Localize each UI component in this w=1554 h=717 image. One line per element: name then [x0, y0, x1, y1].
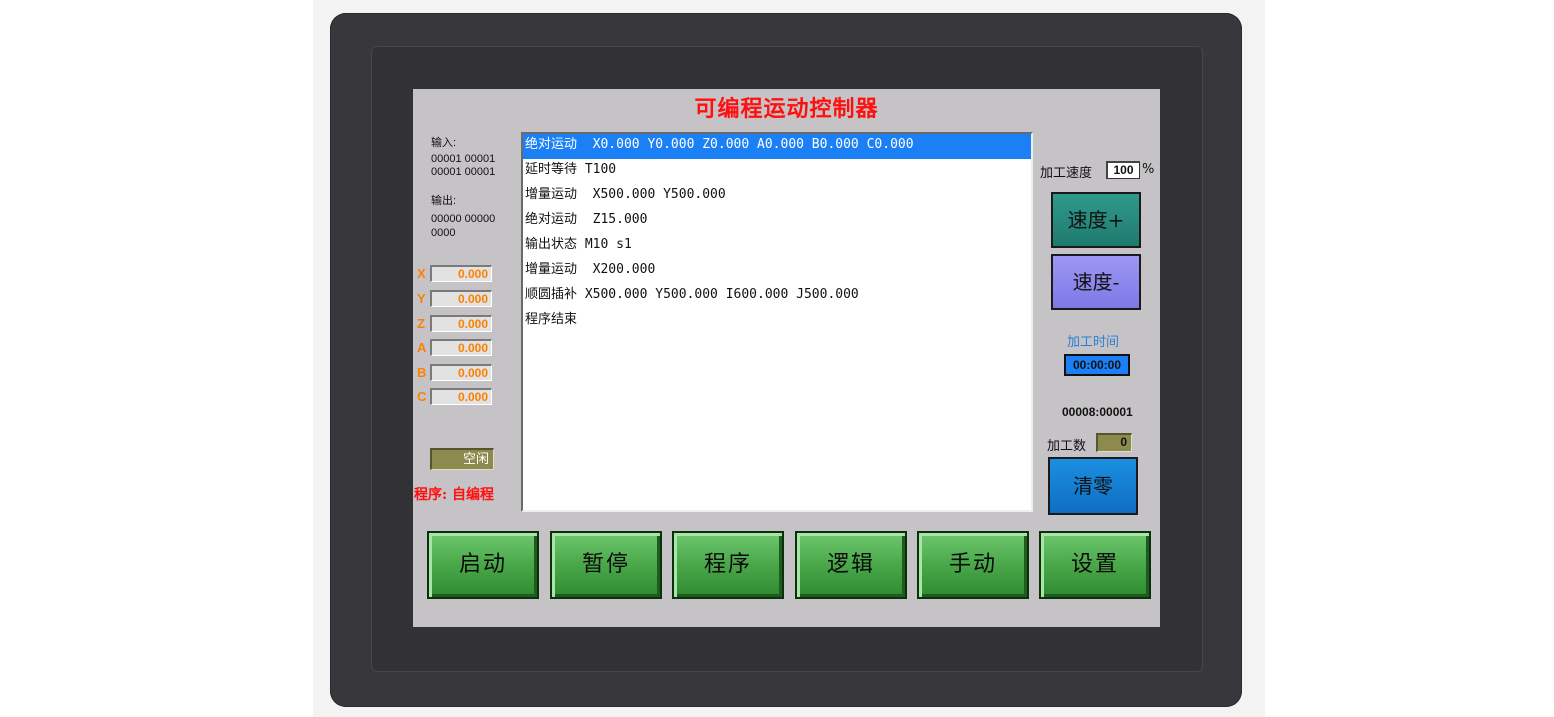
status-badge: 空闲 [430, 448, 494, 470]
axis-b-value: 0.000 [430, 364, 492, 381]
input-label: 输入: [431, 137, 457, 149]
hmi-screen: 可编程运动控制器 输入: 00001 00001 00001 00001 输出:… [413, 89, 1160, 627]
axis-z-label: Z [417, 316, 425, 331]
program-line[interactable]: 增量运动 X200.000 [523, 259, 1031, 284]
program-line[interactable]: 绝对运动 X0.000 Y0.000 Z0.000 A0.000 B0.000 … [523, 134, 1031, 159]
page-title: 可编程运动控制器 [694, 96, 879, 122]
start-button[interactable]: 启动 [427, 531, 539, 599]
axis-x-value: 0.000 [430, 265, 492, 282]
program-listbox[interactable]: 绝对运动 X0.000 Y0.000 Z0.000 A0.000 B0.000 … [521, 132, 1033, 512]
speed-label: 加工速度 [1040, 166, 1093, 181]
output-values-line1: 00000 00000 [431, 213, 496, 225]
speed-unit: % [1142, 162, 1155, 177]
output-values-line2: 0000 [431, 227, 456, 239]
settings-button[interactable]: 设置 [1039, 531, 1151, 599]
axis-c-value: 0.000 [430, 388, 492, 405]
program-line[interactable]: 输出状态 M10 s1 [523, 234, 1031, 259]
axis-y-label: Y [417, 291, 426, 306]
axis-z-value: 0.000 [430, 315, 492, 332]
speed-increase-button[interactable]: 速度+ [1051, 192, 1141, 248]
axis-y-value: 0.000 [430, 290, 492, 307]
axis-b-label: B [417, 365, 427, 380]
program-line[interactable]: 绝对运动 Z15.000 [523, 209, 1031, 234]
program-line[interactable]: 增量运动 X500.000 Y500.000 [523, 184, 1031, 209]
input-values-line2: 00001 00001 [431, 166, 496, 178]
axis-a-value: 0.000 [430, 339, 492, 356]
program-button[interactable]: 程序 [672, 531, 784, 599]
axis-a-label: A [417, 340, 427, 355]
input-values-line1: 00001 00001 [431, 153, 496, 165]
output-label: 输出: [431, 195, 457, 207]
manual-button[interactable]: 手动 [917, 531, 1029, 599]
program-line[interactable]: 顺圆插补 X500.000 Y500.000 I600.000 J500.000 [523, 284, 1031, 309]
program-line[interactable]: 延时等待 T100 [523, 159, 1031, 184]
program-line[interactable]: 程序结束 [523, 309, 1031, 334]
axis-x-label: X [417, 266, 426, 281]
pause-button[interactable]: 暂停 [550, 531, 662, 599]
axis-c-label: C [417, 389, 427, 404]
process-time-value: 00:00:00 [1064, 354, 1130, 376]
speed-decrease-button[interactable]: 速度- [1051, 254, 1141, 310]
count-label: 加工数 [1047, 439, 1087, 454]
speed-value-field[interactable]: 100 [1106, 161, 1140, 179]
logic-button[interactable]: 逻辑 [795, 531, 907, 599]
line-counter: 00008:00001 [1062, 405, 1133, 419]
program-name-label: 程序: 自编程 [414, 487, 495, 503]
count-value: 0 [1096, 433, 1132, 452]
process-time-label: 加工时间 [1067, 335, 1120, 350]
clear-count-button[interactable]: 清零 [1048, 457, 1138, 515]
